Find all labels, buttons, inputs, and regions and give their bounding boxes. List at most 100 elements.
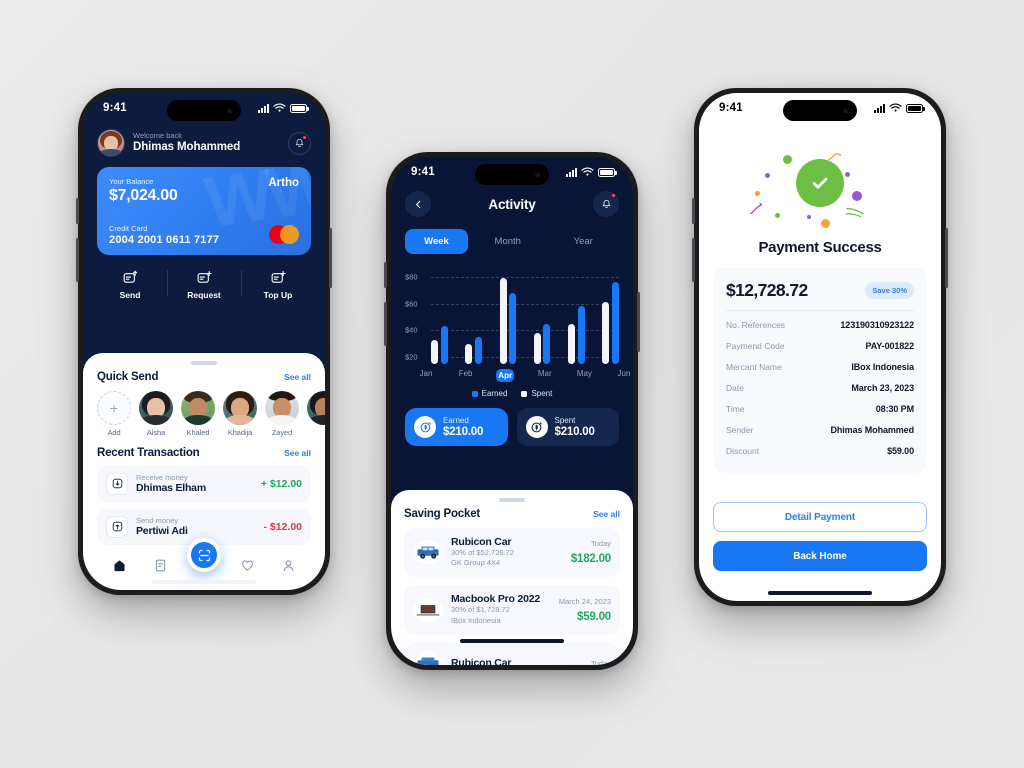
contact-label: Khadija [227, 427, 253, 437]
detail-row: Date March 23, 2023 [726, 377, 914, 398]
detail-payment-button[interactable]: Detail Payment [713, 502, 927, 532]
avatar[interactable] [97, 129, 125, 157]
scan-icon [198, 549, 210, 561]
balance-card[interactable]: WW Your Balance $7,024.00 Artho Credit C… [97, 167, 311, 255]
laptop-icon [413, 598, 443, 623]
tab-week[interactable]: Week [405, 229, 468, 254]
quick-send-see-all[interactable]: See all [284, 372, 311, 382]
cellular-signal-icon [566, 167, 577, 177]
request-money-icon [197, 270, 212, 283]
chart-bar-group[interactable] [602, 266, 619, 364]
pocket-progress: 30% of $1,728.72 [451, 605, 510, 615]
home-icon[interactable] [112, 558, 127, 573]
quick-actions: Send Request Top Up [93, 267, 315, 306]
detail-key: Time [726, 403, 745, 414]
avatar [139, 390, 173, 425]
notification-button[interactable] [593, 191, 619, 217]
list-item[interactable]: Khaled [181, 390, 215, 437]
tab-month[interactable]: Month [472, 229, 544, 254]
chart-bar-group[interactable] [568, 266, 585, 364]
earned-coin-icon [414, 416, 436, 438]
table-row[interactable]: Receive money Dhimas Elham + $12.00 [97, 465, 311, 502]
stat-card-earned[interactable]: Earned $210.00 [405, 408, 508, 446]
status-time: 9:41 [411, 166, 435, 178]
action-request[interactable]: Request [167, 267, 241, 306]
battery-icon [290, 103, 309, 113]
card-number: 2004 2001 0611 7177 [109, 234, 220, 246]
confetti-dot [783, 155, 792, 164]
detail-row: Mercant Name IBox Indonesia [726, 356, 914, 377]
pocket-date: Today [590, 658, 611, 666]
pocket-amount: $182.00 [570, 553, 611, 566]
heart-icon[interactable] [240, 558, 255, 573]
chart-y-tick: $60 [405, 299, 418, 309]
back-button[interactable] [405, 191, 431, 217]
pocket-date: March 24, 2023 [558, 597, 611, 607]
sheet-grabber[interactable] [191, 361, 217, 365]
transaction-amount: - $12.00 [263, 520, 302, 533]
notification-badge [611, 193, 616, 198]
transaction-name: Pertiwi Adi [136, 525, 188, 537]
pocket-see-all[interactable]: See all [593, 509, 620, 519]
list-item[interactable] [307, 390, 325, 437]
mastercard-icon [269, 225, 299, 244]
notification-button[interactable] [288, 131, 311, 155]
chart-x-tick[interactable]: Jan [417, 369, 435, 382]
status-time: 9:41 [103, 102, 127, 114]
chart-bar-group[interactable] [431, 266, 448, 364]
activity-chart: $80 $60 $40 $20 [405, 266, 619, 364]
chart-bar-group[interactable] [465, 266, 482, 364]
chart-bar-spent [431, 339, 438, 364]
pocket-title: Saving Pocket [404, 507, 481, 520]
back-home-button[interactable]: Back Home [713, 541, 927, 571]
document-icon[interactable] [153, 558, 168, 573]
contact-label: Add [107, 427, 121, 437]
legend-swatch [521, 390, 528, 397]
pocket-amount: $59.00 [577, 611, 611, 624]
chart-y-tick: $40 [405, 325, 418, 335]
contact-add[interactable]: + Add [97, 390, 131, 437]
list-item[interactable]: Zayed [265, 390, 299, 437]
recent-see-all[interactable]: See all [284, 448, 311, 458]
confetti-dot [775, 213, 780, 218]
divider [726, 310, 914, 311]
plus-icon: + [97, 390, 131, 425]
list-item[interactable]: Aisha [139, 390, 173, 437]
card-brand: Artho [268, 177, 299, 189]
legend-item-earned: Earned [471, 389, 507, 398]
sheet-grabber[interactable] [499, 498, 525, 502]
pocket-name: Rubicon Car [451, 535, 512, 548]
confetti-lines [845, 207, 864, 218]
list-item[interactable]: Rubicon Car 30% of $52,728.72 GK Group 4… [404, 527, 620, 578]
upload-icon [106, 515, 128, 538]
chart-bar-group[interactable] [499, 266, 517, 364]
action-send[interactable]: Send [93, 267, 167, 306]
list-item[interactable]: Khadija [223, 390, 257, 437]
chart-x-tick[interactable]: Apr [496, 369, 515, 382]
chart-bar-spent [602, 302, 610, 364]
action-topup[interactable]: Top Up [241, 267, 315, 306]
chart-bar-group[interactable] [533, 266, 551, 364]
payment-details-card: $12,728.72 Save 30% No. References 123190… [713, 268, 927, 473]
detail-row: Paymend Code PAY-001822 [726, 335, 914, 356]
avatar [181, 390, 215, 425]
stat-card-spent[interactable]: Spent $210.00 [516, 408, 619, 446]
list-item[interactable]: Macbook Pro 2022 30% of $1,728.72 IBox I… [404, 585, 620, 635]
detail-row: No. References 123190310923122 [726, 314, 914, 335]
person-icon[interactable] [281, 558, 296, 573]
wifi-icon [273, 103, 286, 112]
tab-year[interactable]: Year [548, 229, 620, 254]
list-item[interactable]: Rubicon Car Today [404, 643, 620, 665]
chart-bar-earned [509, 292, 517, 364]
scan-button[interactable] [187, 538, 221, 572]
chart-x-tick[interactable]: Feb [457, 369, 475, 382]
chart-bar-earned [577, 306, 585, 364]
chart-x-tick[interactable]: Mar [536, 369, 554, 382]
chart-bars [431, 266, 619, 364]
confetti-dot [821, 219, 830, 228]
stat-value: $210.00 [554, 425, 595, 438]
download-icon [106, 472, 128, 495]
chart-x-tick[interactable]: Jun [615, 369, 633, 382]
chart-x-tick[interactable]: May [575, 369, 593, 382]
action-topup-label: Top Up [263, 290, 293, 300]
